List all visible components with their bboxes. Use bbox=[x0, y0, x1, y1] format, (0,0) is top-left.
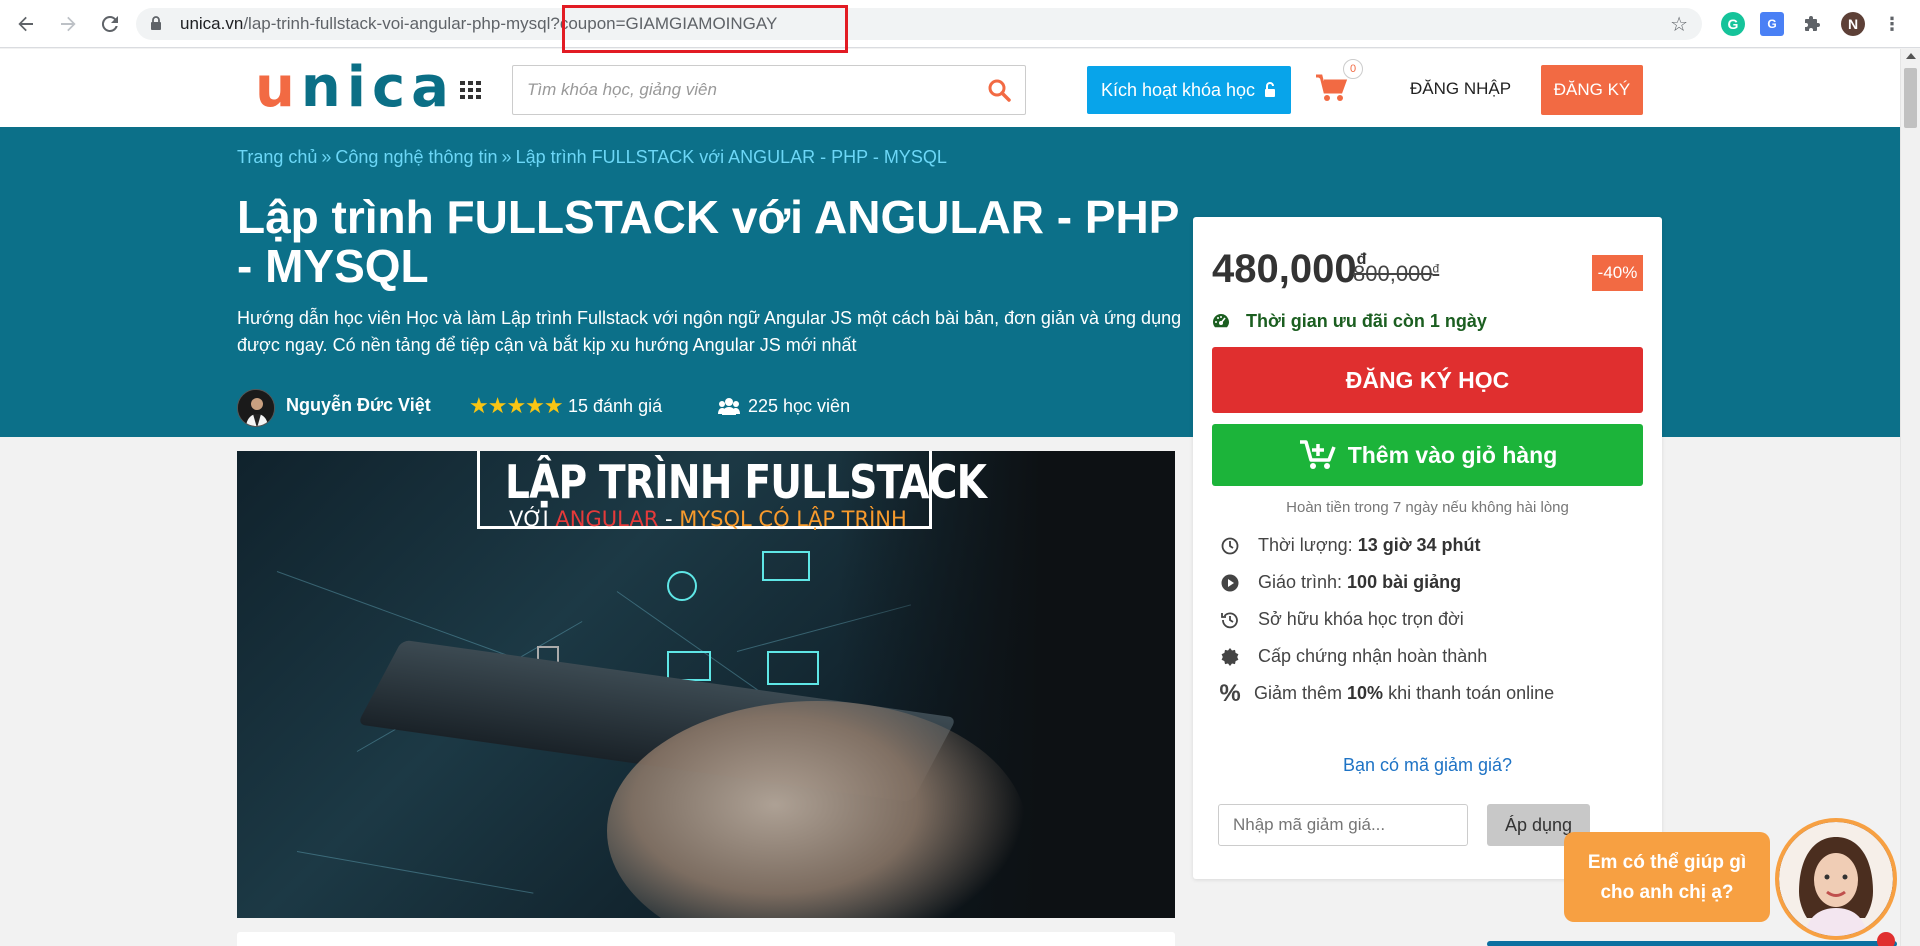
banner-sub-angular: ANGULAR bbox=[555, 507, 659, 531]
cart-count-badge: 0 bbox=[1343, 59, 1363, 79]
history-icon bbox=[1220, 610, 1240, 630]
author-name[interactable]: Nguyễn Đức Việt bbox=[286, 395, 431, 416]
banner-subtitle: VỚI ANGULAR - MYSQL CÓ LẬP TRÌNH bbox=[509, 507, 907, 531]
feature-label: Sở hữu khóa học trọn đời bbox=[1258, 609, 1464, 629]
chat-notification-dot bbox=[1877, 932, 1895, 946]
feature-lessons: Giáo trình: 100 bài giảng bbox=[1220, 572, 1461, 593]
play-icon bbox=[1220, 573, 1240, 593]
unica-logo[interactable]: unica bbox=[255, 60, 455, 116]
feature-online-discount: % Giảm thêm 10% khi thanh toán online bbox=[1219, 679, 1555, 707]
url-text: unica.vn/lap-trinh-fullstack-voi-angular… bbox=[180, 14, 777, 34]
rating-stars: ★★★★★ bbox=[469, 393, 564, 418]
discount-badge: -40% bbox=[1592, 255, 1643, 291]
content-card-top bbox=[237, 932, 1175, 946]
feature-certificate: Cấp chứng nhận hoàn thành bbox=[1220, 646, 1487, 667]
grammarly-icon[interactable]: G bbox=[1721, 12, 1745, 36]
page-scrollbar[interactable] bbox=[1900, 49, 1920, 946]
feature-lifetime: Sở hữu khóa học trọn đời bbox=[1220, 609, 1464, 630]
breadcrumb-current[interactable]: Lập trình FULLSTACK với ANGULAR - PHP - … bbox=[516, 147, 947, 167]
pricing-card: 480,000đ 800,000đ -40% Thời gian ưu đãi … bbox=[1193, 217, 1662, 879]
review-count: 15 đánh giá bbox=[568, 396, 663, 416]
bookmark-star-icon[interactable]: ☆ bbox=[1670, 12, 1688, 37]
breadcrumb: Trang chủ» Công nghệ thông tin» Lập trình … bbox=[237, 147, 947, 168]
course-description: Hướng dẫn học viên Học và làm Lập trình … bbox=[237, 308, 1182, 355]
profile-avatar[interactable]: N bbox=[1841, 12, 1865, 36]
categories-grid-icon[interactable] bbox=[460, 81, 482, 99]
breadcrumb-home[interactable]: Trang chủ bbox=[237, 147, 317, 167]
coupon-question-link[interactable]: Bạn có mã giảm giá? bbox=[1193, 755, 1662, 776]
old-price: 800,000đ bbox=[1353, 261, 1439, 287]
register-button[interactable]: ĐĂNG KÝ bbox=[1541, 65, 1643, 115]
feature-label: Giáo trình: bbox=[1258, 572, 1343, 592]
banner-sub-rest: MYSQL CÓ LẬP TRÌNH bbox=[679, 507, 907, 531]
feature-label: Thời lượng: bbox=[1258, 535, 1353, 555]
feature-duration: Thời lượng: 13 giờ 34 phút bbox=[1220, 535, 1481, 556]
author-avatar[interactable] bbox=[237, 389, 275, 427]
percent-icon: % bbox=[1219, 679, 1241, 707]
login-link[interactable]: ĐĂNG NHẬP bbox=[1410, 79, 1511, 99]
search-box bbox=[512, 65, 1026, 115]
bottom-panel-strip bbox=[1487, 941, 1897, 946]
screen-graphic bbox=[767, 651, 819, 685]
banner-sub-dash: - bbox=[658, 507, 680, 531]
certificate-icon bbox=[1220, 647, 1240, 667]
activate-course-label: Kích hoạt khóa học bbox=[1100, 79, 1256, 100]
site-header: unica Kích hoạt khóa học 0 ĐĂNG NHẬP ĐĂN… bbox=[0, 49, 1920, 127]
enroll-button[interactable]: ĐĂNG KÝ HỌC bbox=[1212, 347, 1643, 413]
old-price-value: 800,000 bbox=[1353, 261, 1433, 286]
cart-plus-icon bbox=[1299, 440, 1336, 469]
reload-icon[interactable] bbox=[98, 12, 122, 36]
feature-label: Cấp chứng nhận hoàn thành bbox=[1258, 646, 1488, 666]
current-price: 480,000đ bbox=[1212, 247, 1366, 292]
address-bar[interactable]: unica.vn/lap-trinh-fullstack-voi-angular… bbox=[136, 8, 1702, 40]
banner-title: LẬP TRÌNH FULLSTACK bbox=[505, 455, 987, 509]
add-to-cart-button[interactable]: Thêm vào giỏ hàng bbox=[1212, 424, 1643, 486]
laptop-graphic bbox=[667, 571, 697, 601]
cart-icon[interactable] bbox=[1314, 73, 1348, 103]
feature-value: 13 giờ 34 phút bbox=[1357, 535, 1481, 555]
extensions-puzzle-icon[interactable] bbox=[1800, 12, 1824, 36]
course-preview-image[interactable]: LẬP TRÌNH FULLSTACK VỚI ANGULAR - MYSQL … bbox=[237, 451, 1175, 918]
feature-label: Giảm thêm bbox=[1254, 683, 1343, 703]
coupon-input[interactable] bbox=[1218, 804, 1468, 846]
scroll-up-arrow-icon[interactable] bbox=[1906, 53, 1916, 59]
browser-toolbar: unica.vn/lap-trinh-fullstack-voi-angular… bbox=[0, 0, 1920, 53]
chat-line-2: cho anh chị ạ? bbox=[1600, 882, 1734, 903]
unlock-icon bbox=[1265, 82, 1276, 97]
currency-symbol: đ bbox=[1432, 261, 1440, 276]
screen-graphic bbox=[762, 551, 810, 581]
back-arrow-icon[interactable] bbox=[14, 12, 38, 36]
chat-line-1: Em có thể giúp gì bbox=[1587, 852, 1747, 873]
feature-value: 10% bbox=[1347, 683, 1384, 703]
current-price-value: 480,000 bbox=[1212, 247, 1357, 291]
banner-sub-prefix: VỚI bbox=[509, 507, 549, 531]
feature-value: 100 bài giảng bbox=[1347, 572, 1462, 592]
add-to-cart-label: Thêm vào giỏ hàng bbox=[1347, 441, 1558, 468]
feature-suffix: khi thanh toán online bbox=[1388, 683, 1555, 703]
scrollbar-thumb[interactable] bbox=[1904, 68, 1917, 128]
search-icon[interactable] bbox=[987, 78, 1011, 102]
breadcrumb-category[interactable]: Công nghệ thông tin bbox=[335, 147, 497, 167]
activate-course-button[interactable]: Kích hoạt khóa học bbox=[1087, 66, 1291, 114]
course-title: Lập trình FULLSTACK với ANGULAR - PHP - … bbox=[237, 191, 1179, 292]
forward-arrow-icon[interactable] bbox=[56, 12, 80, 36]
menu-kebab-icon[interactable]: ⋮ bbox=[1880, 12, 1904, 36]
search-input[interactable] bbox=[527, 80, 967, 100]
monitor-graphic bbox=[667, 651, 711, 681]
chat-prompt-bubble[interactable]: Em có thể giúp gì cho anh chị ạ? bbox=[1564, 832, 1770, 922]
chat-agent-avatar[interactable] bbox=[1775, 818, 1897, 940]
speedometer-icon bbox=[1213, 314, 1229, 328]
clock-icon bbox=[1220, 536, 1240, 556]
users-icon bbox=[718, 398, 740, 415]
lock-icon bbox=[150, 16, 164, 32]
student-count: 225 học viên bbox=[748, 396, 851, 416]
translate-icon[interactable]: G bbox=[1760, 12, 1784, 36]
breadcrumb-separator: » bbox=[321, 147, 332, 167]
promo-timer-text: Thời gian ưu đãi còn 1 ngày bbox=[1246, 311, 1487, 331]
breadcrumb-separator: » bbox=[501, 147, 512, 167]
refund-note: Hoàn tiền trong 7 ngày nếu không hài lòn… bbox=[1286, 499, 1569, 516]
url-query: ?coupon=GIAMGIAMOINGAY bbox=[550, 14, 778, 33]
url-domain: unica.vn bbox=[180, 14, 244, 33]
url-path: /lap-trinh-fullstack-voi-angular-php-mys… bbox=[243, 14, 551, 33]
